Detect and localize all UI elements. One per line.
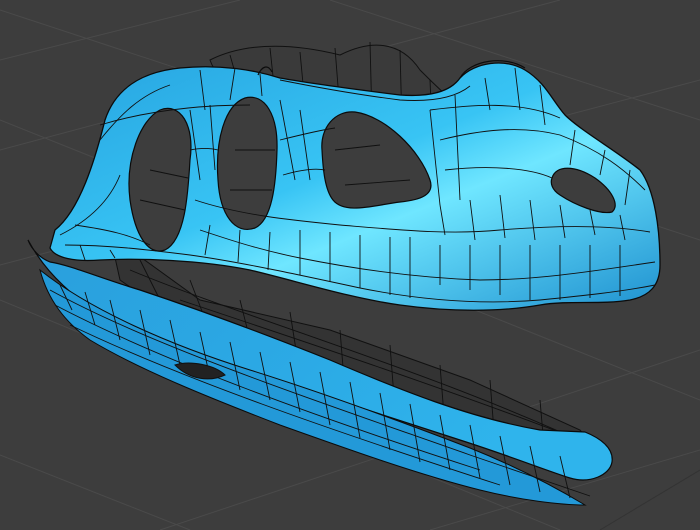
viewport-canvas[interactable] — [0, 0, 700, 530]
3d-viewport[interactable] — [0, 0, 700, 530]
antorbital-opening-1 — [216, 96, 278, 230]
